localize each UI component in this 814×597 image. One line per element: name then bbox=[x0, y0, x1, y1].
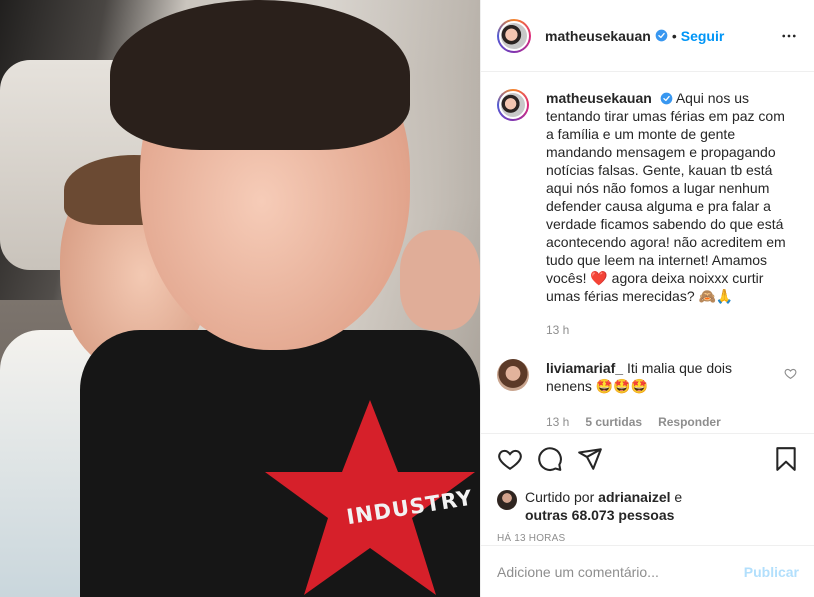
action-icons bbox=[497, 444, 799, 474]
photo-man-hair bbox=[110, 0, 410, 150]
avatar[interactable] bbox=[497, 490, 517, 510]
liked-by: Curtido por adrianaizel e outras 68.073 … bbox=[497, 488, 799, 524]
heart-icon[interactable] bbox=[784, 367, 797, 380]
list-item: liviamariaf_ Iti malia que dois nenens 🤩… bbox=[497, 359, 799, 431]
post-sidebar: matheusekauan • Seguir matheusekauan Aqu… bbox=[480, 0, 814, 597]
caption-body: matheusekauan Aqui nos us tentando tirar… bbox=[546, 89, 796, 339]
publish-button[interactable]: Publicar bbox=[744, 564, 799, 580]
reply-button[interactable]: Responder bbox=[658, 413, 721, 431]
post-photo[interactable]: INDUSTRY bbox=[0, 0, 480, 597]
caption-text: Aqui nos us tentando tirar umas férias e… bbox=[546, 90, 786, 304]
liked-prefix: Curtido por bbox=[525, 489, 595, 505]
liked-joiner: e bbox=[674, 489, 683, 505]
heart-icon[interactable] bbox=[497, 446, 523, 472]
caption: matheusekauan Aqui nos us tentando tirar… bbox=[497, 89, 799, 339]
verified-badge-icon bbox=[660, 92, 673, 105]
avatar[interactable] bbox=[497, 359, 529, 391]
comment-icon[interactable] bbox=[537, 446, 563, 472]
comments-list[interactable]: matheusekauan Aqui nos us tentando tirar… bbox=[481, 73, 814, 433]
liked-others[interactable]: outras 68.073 pessoas bbox=[525, 507, 674, 523]
header-separator: • bbox=[671, 27, 677, 44]
comment-meta: 13 h 5 curtidas Responder bbox=[546, 413, 776, 431]
comment-body: liviamariaf_ Iti malia que dois nenens 🤩… bbox=[546, 359, 776, 431]
comment-input[interactable] bbox=[497, 563, 744, 580]
caption-time[interactable]: 13 h bbox=[546, 321, 796, 339]
caption-avatar[interactable] bbox=[497, 89, 529, 121]
verified-badge-icon bbox=[655, 29, 668, 42]
liked-user[interactable]: adrianaizel bbox=[598, 489, 670, 505]
post-header: matheusekauan • Seguir bbox=[481, 0, 814, 72]
add-comment-bar: Publicar bbox=[481, 545, 814, 597]
post-actions: Curtido por adrianaizel e outras 68.073 … bbox=[481, 433, 814, 544]
follow-button[interactable]: Seguir bbox=[681, 28, 725, 44]
bookmark-icon[interactable] bbox=[773, 446, 799, 472]
comment-likes[interactable]: 5 curtidas bbox=[585, 413, 642, 431]
post-timestamp[interactable]: HÁ 13 HORAS bbox=[497, 533, 799, 544]
photo-arm bbox=[400, 230, 480, 330]
more-horizontal-icon[interactable] bbox=[780, 27, 798, 45]
header-username[interactable]: matheusekauan bbox=[545, 28, 651, 44]
share-icon[interactable] bbox=[577, 446, 603, 472]
comment-username[interactable]: liviamariaf_ bbox=[546, 360, 623, 376]
avatar[interactable] bbox=[497, 18, 531, 53]
comment-time[interactable]: 13 h bbox=[546, 413, 569, 431]
caption-username[interactable]: matheusekauan bbox=[546, 90, 652, 106]
instagram-post: INDUSTRY matheusekauan • Seguir matheuse… bbox=[0, 0, 814, 597]
